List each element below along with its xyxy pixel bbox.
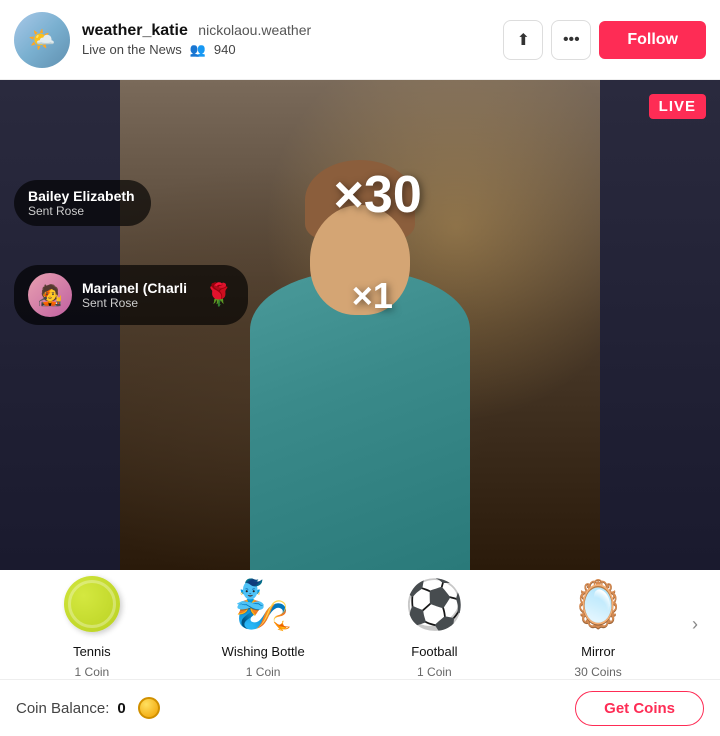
wishing-bottle-icon: 🧞 (229, 570, 297, 638)
gift-item-wishing-bottle[interactable]: 🧞 Wishing Bottle 1 Coin (214, 570, 313, 679)
gift-name-wishing-bottle: Wishing Bottle (222, 644, 305, 659)
header-info: weather_katie nickolaou.weather Live on … (82, 22, 503, 58)
video-center (120, 80, 600, 570)
gift-cost-football: 1 Coin (417, 665, 452, 679)
mirror-icon: 🪞 (564, 570, 632, 638)
header: 🌤️ weather_katie nickolaou.weather Live … (0, 0, 720, 80)
viewer-count: 940 (214, 42, 236, 57)
tray-next-arrow[interactable]: › (680, 610, 710, 640)
notif-2-text: Marianel (Charli Sent Rose (82, 280, 187, 310)
video-background (0, 80, 720, 570)
notif-2-avatar: 🧑‍🎤 (28, 273, 72, 317)
football-graphic: ⚽ (405, 576, 465, 633)
chevron-right-icon: › (692, 614, 698, 635)
header-username-row: weather_katie nickolaou.weather (82, 22, 503, 40)
handle: nickolaou.weather (198, 22, 311, 38)
viewers-icon: 👥 (190, 42, 206, 58)
follow-button[interactable]: Follow (599, 21, 706, 59)
football-icon: ⚽ (400, 570, 468, 638)
gift-cost-wishing-bottle: 1 Coin (246, 665, 281, 679)
notif-1-action: Sent Rose (28, 204, 135, 218)
notif-2-name: Marianel (Charli (82, 280, 187, 296)
header-subline: Live on the News 👥 940 (82, 42, 503, 58)
multiplier-big: ×30 (334, 165, 422, 225)
gift-cost-tennis: 1 Coin (75, 665, 110, 679)
gift-items-wrapper: Tennis 1 Coin 🧞 Wishing Bottle 1 Coin ⚽ … (10, 570, 680, 679)
gift-item-football[interactable]: ⚽ Football 1 Coin (392, 570, 476, 679)
wishing-bottle-graphic: 🧞 (233, 576, 293, 633)
gift-name-tennis: Tennis (73, 644, 111, 659)
coin-count: 0 (117, 700, 125, 717)
gift-name-football: Football (411, 644, 457, 659)
notif-1-name: Bailey Elizabeth (28, 188, 135, 204)
avatar-image: 🌤️ (14, 12, 70, 68)
rose-icon: 🌹 (205, 282, 232, 308)
mirror-graphic: 🪞 (569, 577, 626, 632)
avatar: 🌤️ (14, 12, 70, 68)
gift-tray: Tennis 1 Coin 🧞 Wishing Bottle 1 Coin ⚽ … (0, 570, 720, 680)
coin-bar: Coin Balance: 0 Get Coins (0, 680, 720, 736)
username: weather_katie (82, 22, 188, 39)
gift-cost-mirror: 30 Coins (574, 665, 621, 679)
share-icon: ⬆ (517, 30, 530, 50)
multiplier-small: ×1 (352, 275, 393, 317)
tennis-ball-graphic (64, 576, 120, 632)
header-actions: ⬆ ••• Follow (503, 20, 706, 60)
gift-item-mirror[interactable]: 🪞 Mirror 30 Coins (556, 570, 640, 679)
tennis-icon (58, 570, 126, 638)
live-badge: LIVE (649, 94, 706, 119)
gift-name-mirror: Mirror (581, 644, 615, 659)
video-container: LIVE Bailey Elizabeth Sent Rose 🧑‍🎤 Mari… (0, 80, 720, 570)
get-coins-button[interactable]: Get Coins (575, 691, 704, 726)
coin-balance-label: Coin Balance: (16, 700, 109, 717)
more-button[interactable]: ••• (551, 20, 591, 60)
live-label: Live on the News (82, 42, 182, 57)
coin-icon (138, 697, 160, 719)
more-icon: ••• (563, 31, 580, 49)
notification-2: 🧑‍🎤 Marianel (Charli Sent Rose 🌹 (14, 265, 248, 325)
gift-item-tennis[interactable]: Tennis 1 Coin (50, 570, 134, 679)
notif-2-action: Sent Rose (82, 296, 187, 310)
share-button[interactable]: ⬆ (503, 20, 543, 60)
notification-1: Bailey Elizabeth Sent Rose (14, 180, 151, 226)
